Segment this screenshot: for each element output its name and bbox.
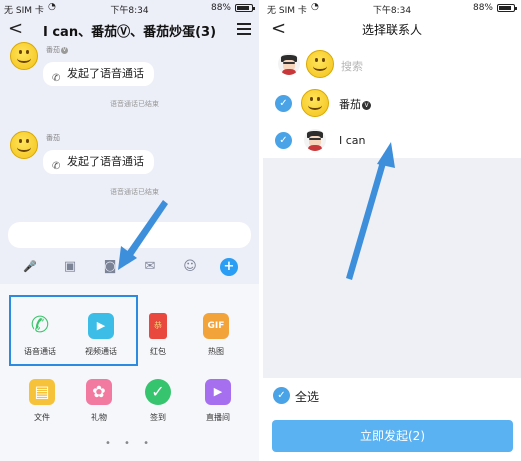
page-title: 选择联系人 [361, 23, 422, 37]
hot-gif-label: 热图 [208, 347, 224, 356]
message-bubble[interactable]: ✆ 发起了语音通话 [43, 62, 154, 86]
file-label: 文件 [34, 413, 50, 422]
chat-screen: 无 SIM 卡 ◔ 下午8:34 88% < I can、番茄Ⓥ、番茄炒蛋(3)… [0, 0, 259, 461]
gift-label: 礼物 [91, 413, 107, 422]
plus-icon[interactable]: + [220, 258, 238, 276]
search-input[interactable]: 搜索 [341, 58, 363, 74]
gift-icon: ✿ [86, 379, 112, 405]
battery-icon [235, 4, 255, 12]
select-contacts-screen: 无 SIM 卡 ◔ 下午8:34 88% < 选择联系人 搜索 ✓ 番茄 V ✓ … [263, 0, 521, 461]
live-room-label: 直播间 [206, 413, 230, 422]
empty-list-area [263, 158, 521, 378]
gift-button[interactable]: ✿ 礼物 [71, 379, 127, 423]
phone-icon: ✆ [52, 161, 61, 172]
system-note: 语音通话已结束 [110, 100, 159, 108]
contact-name: I can [339, 134, 366, 147]
emoji-icon[interactable]: ☺ [181, 258, 199, 276]
phone-icon: ✆ [52, 73, 61, 84]
status-bar: 无 SIM 卡 ◔ 下午8:34 88% [0, 0, 259, 16]
check-in-label: 签到 [150, 413, 166, 422]
contact-avatar [301, 89, 329, 117]
contact-row[interactable]: ✓ I can [263, 124, 521, 158]
status-bar: 无 SIM 卡 ◔ 下午8:34 88% [263, 0, 521, 16]
menu-icon[interactable] [235, 20, 253, 38]
chat-toolbar: 🎤 ▣ ◙ ✉ ☺ + [0, 254, 259, 280]
select-all-label: 全选 [295, 390, 320, 404]
checkbox-checked-icon[interactable]: ✓ [273, 387, 290, 404]
camera-icon[interactable]: ◙ [101, 258, 119, 276]
red-packet-icon: 恭 [149, 313, 167, 339]
select-header: < 选择联系人 [263, 16, 521, 44]
image-icon[interactable]: ▣ [61, 258, 79, 276]
back-button[interactable]: < [8, 18, 28, 40]
verified-badge-icon: V [61, 46, 68, 54]
gif-icon: GIF [203, 313, 229, 339]
message-input[interactable] [8, 222, 251, 248]
selected-avatar[interactable] [278, 53, 300, 75]
chat-header: < I can、番茄Ⓥ、番茄炒蛋(3) [0, 16, 259, 44]
contact-row[interactable]: ✓ 番茄 V [263, 87, 521, 121]
avatar[interactable] [10, 131, 38, 159]
back-button[interactable]: < [271, 18, 291, 40]
message-text: 发起了语音通话 [67, 67, 144, 80]
call-options-highlight [9, 295, 138, 366]
chat-title: I can、番茄Ⓥ、番茄炒蛋(3) [42, 25, 217, 40]
hot-gif-button[interactable]: GIF 热图 [188, 313, 244, 357]
message-bubble[interactable]: ✆ 发起了语音通话 [43, 150, 154, 174]
folder-icon: ▤ [29, 379, 55, 405]
system-note: 语音通话已结束 [110, 188, 159, 196]
checkbox-checked-icon[interactable]: ✓ [275, 132, 292, 149]
message-sender: 番茄 V [46, 46, 68, 54]
contact-avatar [304, 129, 326, 151]
verified-badge-icon: V [362, 100, 371, 110]
red-packet-label: 红包 [150, 347, 166, 356]
battery-text: 88% [472, 3, 493, 13]
check-in-icon: ✓ [145, 379, 171, 405]
microphone-icon[interactable]: 🎤 [21, 258, 39, 276]
red-packet-button[interactable]: 恭 红包 [130, 313, 186, 357]
check-in-button[interactable]: ✓ 签到 [130, 379, 186, 423]
page-indicator: • • • [104, 438, 155, 449]
message-sender: 番茄 [46, 134, 60, 142]
contact-name: 番茄 V [339, 96, 371, 112]
battery-icon [497, 4, 517, 12]
message-text: 发起了语音通话 [67, 155, 144, 168]
selected-avatar[interactable] [306, 50, 334, 78]
battery-text: 88% [210, 3, 231, 13]
red-packet-icon[interactable]: ✉ [141, 258, 159, 276]
file-button[interactable]: ▤ 文件 [14, 379, 70, 423]
start-call-button[interactable]: 立即发起(2) [272, 420, 513, 452]
avatar[interactable] [10, 42, 38, 70]
live-room-icon: ▶ [205, 379, 231, 405]
checkbox-checked-icon[interactable]: ✓ [275, 95, 292, 112]
live-room-button[interactable]: ▶ 直播间 [190, 379, 246, 423]
